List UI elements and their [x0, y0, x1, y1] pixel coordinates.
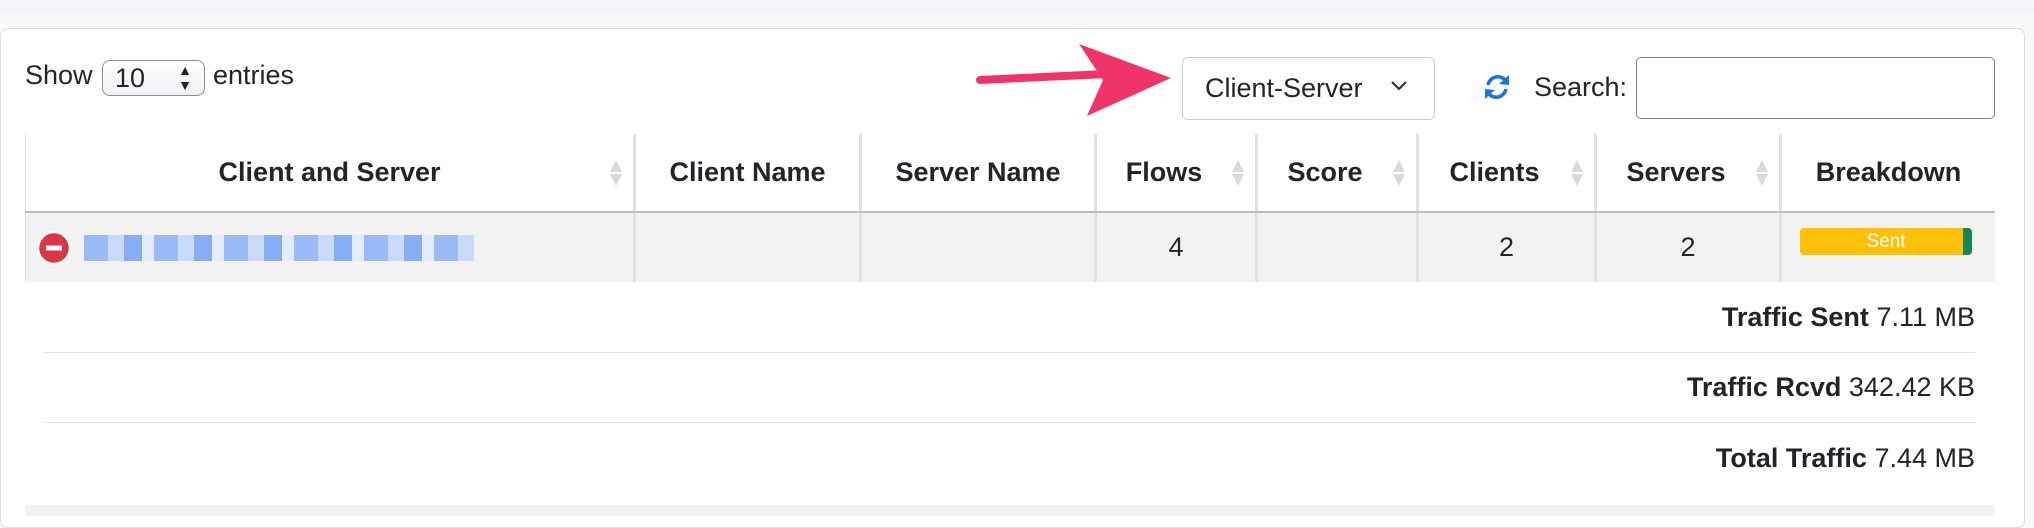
column-label: Client and Server	[218, 157, 441, 187]
sort-icon	[610, 160, 622, 186]
annotation-arrow-icon	[976, 44, 1171, 116]
table-row: 4 2 2 Sent	[25, 213, 1995, 282]
detail-label: Traffic Sent	[1721, 302, 1869, 332]
detail-traffic-sent: Traffic Sent 7.11 MB	[43, 282, 1975, 353]
column-label: Client Name	[669, 157, 826, 187]
cell-clients: 2	[1416, 213, 1594, 282]
collapse-row-icon[interactable]	[36, 230, 72, 266]
refresh-icon[interactable]	[1482, 72, 1512, 102]
detail-total-traffic: Total Traffic 7.44 MB	[43, 423, 1975, 493]
column-label: Score	[1287, 157, 1363, 187]
cell-flows: 4	[1094, 213, 1255, 282]
detail-value: 7.44 MB	[1874, 443, 1975, 473]
select-arrows-icon: ▲ ▼	[178, 62, 192, 93]
column-servers[interactable]: Servers	[1594, 134, 1779, 211]
sort-icon	[1232, 160, 1244, 186]
cell-server-name	[859, 213, 1094, 282]
next-row-band	[25, 505, 1995, 516]
table-header: Client and Server Client Name Server Nam…	[25, 134, 1995, 213]
search-label: Search:	[1534, 72, 1628, 102]
chevron-down-icon	[1391, 81, 1407, 91]
column-client-and-server[interactable]: Client and Server	[25, 134, 633, 211]
view-mode-value: Client-Server	[1205, 73, 1363, 103]
cell-servers: 2	[1594, 213, 1779, 282]
search-input[interactable]	[1636, 57, 1995, 119]
rcvd-segment	[1963, 228, 1972, 255]
column-flows[interactable]: Flows	[1094, 134, 1255, 211]
column-server-name: Server Name	[859, 134, 1094, 211]
column-score[interactable]: Score	[1255, 134, 1416, 211]
sort-icon	[1571, 160, 1583, 186]
sort-icon	[1393, 160, 1405, 186]
entries-label: entries	[213, 60, 295, 90]
top-strip	[0, 0, 2034, 14]
detail-value: 7.11 MB	[1876, 302, 1975, 332]
breakdown-bar: Sent	[1800, 228, 1972, 255]
sort-icon	[1756, 160, 1768, 186]
cell-score	[1255, 213, 1416, 282]
entries-per-page-select[interactable]: 10 ▲ ▼	[102, 60, 205, 96]
view-mode-dropdown[interactable]: Client-Server	[1182, 57, 1435, 120]
cell-client-and-server	[25, 213, 633, 282]
column-label: Flows	[1125, 157, 1203, 187]
show-label: Show	[25, 60, 93, 90]
column-clients[interactable]: Clients	[1416, 134, 1594, 211]
column-label: Servers	[1626, 157, 1726, 187]
detail-traffic-rcvd: Traffic Rcvd 342.42 KB	[43, 352, 1975, 423]
column-label: Breakdown	[1815, 157, 1962, 187]
sent-label: Sent	[1866, 231, 1906, 252]
client-server-link[interactable]	[84, 235, 474, 261]
column-breakdown: Breakdown	[1779, 134, 1995, 211]
detail-label: Traffic Rcvd	[1686, 372, 1842, 402]
detail-value: 342.42 KB	[1848, 372, 1975, 402]
cell-breakdown: Sent	[1779, 213, 1995, 282]
entries-value: 10	[115, 63, 146, 93]
column-client-name: Client Name	[633, 134, 859, 211]
cell-client-name	[633, 213, 859, 282]
detail-label: Total Traffic	[1715, 443, 1867, 473]
column-label: Clients	[1449, 157, 1540, 187]
column-label: Server Name	[895, 157, 1061, 187]
